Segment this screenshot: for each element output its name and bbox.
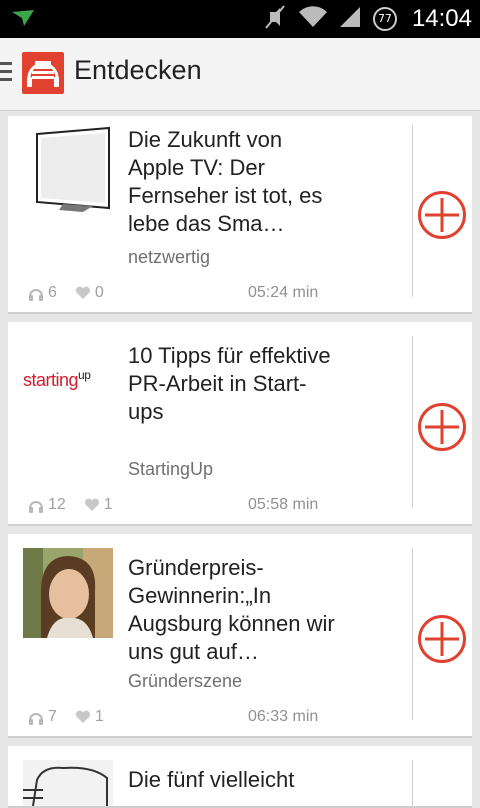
- plus-circle-icon: [418, 615, 466, 663]
- signal-icon: [338, 5, 362, 33]
- like-count: 1: [103, 496, 113, 513]
- item-duration: 06:33 min: [248, 708, 319, 725]
- clock: 14:04: [411, 5, 472, 32]
- listen-count: 7: [48, 708, 57, 725]
- item-duration: 05:58 min: [248, 496, 319, 513]
- item-title: 10 Tipps für effektive PR-Arbeit in Star…: [128, 343, 331, 424]
- like-count: 1: [94, 708, 104, 725]
- app-bar: Entdecken: [0, 38, 480, 111]
- divider: [412, 125, 413, 297]
- headphones-icon: [28, 709, 44, 725]
- headphones-icon: [28, 285, 44, 301]
- battery-level: 77: [377, 12, 392, 25]
- app-logo[interactable]: [22, 52, 64, 94]
- plus-circle-icon: [418, 403, 466, 451]
- listen-count: 6: [48, 284, 57, 301]
- item-title: Gründerpreis-Gewinnerin:„In Augsburg kön…: [128, 555, 335, 664]
- item-thumbnail-tv: [23, 126, 113, 216]
- item-stats: 6 0: [28, 284, 104, 302]
- heart-icon: [75, 286, 91, 300]
- battery-icon: 77: [372, 6, 398, 32]
- divider: [412, 760, 413, 806]
- muted-vibrate-icon: [262, 4, 288, 34]
- add-to-playlist-button[interactable]: [417, 190, 467, 240]
- status-bar: 77 14:04: [0, 0, 480, 38]
- like-count: 0: [94, 284, 104, 301]
- heart-icon: [84, 498, 100, 512]
- item-duration: 05:24 min: [248, 284, 319, 301]
- item-source: Gründerszene: [128, 671, 243, 691]
- listen-count: 12: [48, 496, 66, 513]
- headphones-icon: [28, 497, 44, 513]
- item-source: netzwertig: [128, 247, 211, 267]
- item-title: Die Zukunft von Apple TV: Der Fernseher …: [128, 127, 323, 236]
- divider: [412, 336, 413, 508]
- menu-icon[interactable]: [0, 62, 12, 86]
- item-thumbnail-startingup: startingup: [23, 336, 113, 426]
- wifi-icon: [298, 5, 328, 33]
- list-item[interactable]: Die Zukunft von Apple TV: Der Fernseher …: [8, 116, 472, 314]
- plus-circle-icon: [418, 191, 466, 239]
- item-source: StartingUp: [128, 459, 214, 479]
- list-item[interactable]: startingup 10 Tipps für effektive PR-Arb…: [8, 322, 472, 526]
- add-to-playlist-button[interactable]: [417, 402, 467, 452]
- page-title: Entdecken: [74, 55, 202, 85]
- item-thumbnail-portrait: [23, 548, 113, 638]
- heart-icon: [75, 710, 91, 724]
- list-item[interactable]: Gründerpreis-Gewinnerin:„In Augsburg kön…: [8, 534, 472, 738]
- item-thumbnail-drawing: [23, 760, 113, 806]
- item-title: Die fünf vielleicht: [128, 767, 295, 792]
- item-stats: 7 1: [28, 708, 104, 726]
- list-item[interactable]: Die fünf vielleicht: [8, 746, 472, 808]
- item-stats: 12 1: [28, 496, 113, 514]
- notification-icon: [10, 8, 38, 34]
- divider: [412, 548, 413, 720]
- add-to-playlist-button[interactable]: [417, 614, 467, 664]
